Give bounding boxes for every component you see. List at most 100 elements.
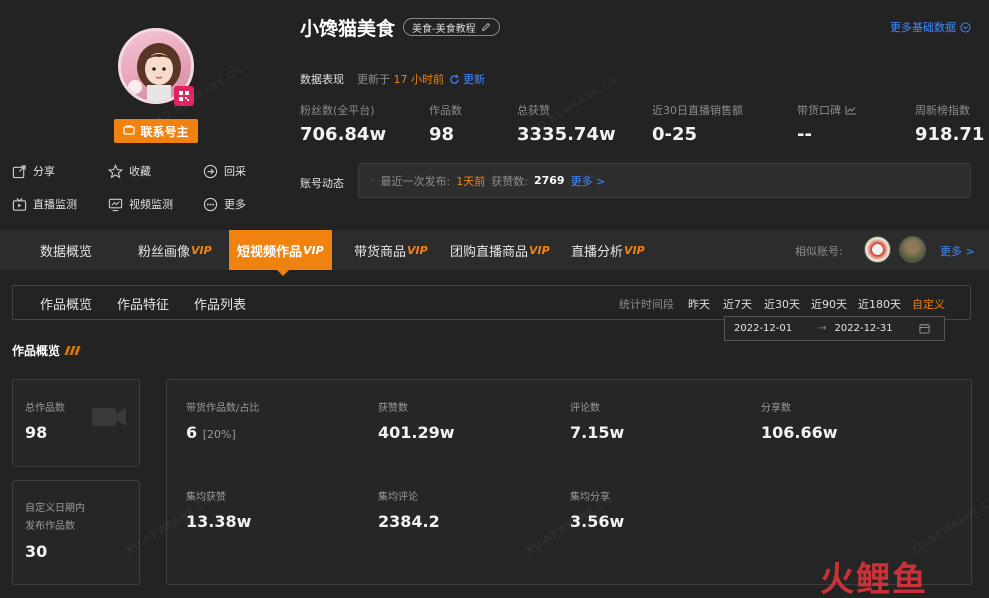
trend-chart-icon[interactable] (845, 105, 857, 115)
updated-time: 17 小时前 (393, 73, 445, 86)
bullet-dot-icon: · (371, 174, 375, 187)
refresh-label: 更新 (463, 73, 485, 86)
tab-live-analysis[interactable]: 直播分析 VIP (571, 230, 645, 270)
date-separator: → (818, 323, 827, 334)
more-basic-data-link[interactable]: 更多基础数据 (890, 19, 971, 35)
collect-label: 回采 (224, 165, 246, 178)
video-monitor-button[interactable]: 视频监测 (108, 196, 173, 212)
tab-short-video[interactable]: 短视频作品 VIP (229, 230, 332, 270)
vip-badge: VIP (624, 243, 645, 257)
tab-group-live-goods[interactable]: 团购直播商品 VIP (450, 230, 550, 270)
reputation-label-text: 带货口碑 (797, 104, 841, 117)
more-dots-icon (203, 197, 218, 211)
refresh-icon (450, 74, 459, 84)
dyn-likes-label: 获赞数: (491, 174, 528, 188)
last-publish-label: 最近一次发布: (380, 174, 451, 188)
stat-label-reputation: 带货口碑 (797, 102, 857, 118)
metric-label-likes: 获赞数 (378, 403, 408, 414)
dynamics-label: 账号动态 (300, 177, 344, 190)
favorite-label: 收藏 (129, 165, 151, 178)
share-icon (12, 164, 26, 178)
performance-label: 数据表现 (300, 73, 344, 86)
date-end[interactable]: 2022-12-31 (835, 323, 893, 334)
update-info: 更新于 17 小时前 (357, 71, 444, 87)
total-works-card: 总作品数 98 (12, 379, 140, 467)
date-range-picker[interactable]: 2022-12-01 → 2022-12-31 (724, 316, 945, 341)
dynamics-more-link[interactable]: 更多 > (571, 173, 606, 189)
metric-label-goods-works: 带货作品数/占比 (186, 403, 260, 414)
tab-fan-profile[interactable]: 粉丝画像 VIP (138, 230, 212, 270)
active-tab-caret (277, 270, 289, 276)
metric-label-avg-comments: 集均评论 (378, 492, 418, 503)
stat-label-likes: 总获赞 (517, 104, 550, 117)
collect-button[interactable]: 回采 (203, 163, 246, 179)
tab-goods[interactable]: 带货商品 VIP (354, 230, 428, 270)
vip-badge: VIP (407, 243, 428, 257)
contact-owner-label: 联系号主 (140, 124, 189, 139)
favorite-button[interactable]: 收藏 (108, 163, 151, 179)
date-start[interactable]: 2022-12-01 (734, 323, 792, 334)
star-icon (108, 163, 123, 179)
subtab-works-features[interactable]: 作品特征 (117, 294, 169, 313)
metric-label-comments: 评论数 (570, 403, 600, 414)
period-30-days[interactable]: 近30天 (764, 296, 800, 312)
stat-value-works: 98 (429, 124, 455, 145)
dynamics-box: · 最近一次发布: 1天前 获赞数: 2769 更多 > (358, 163, 971, 198)
period-90-days[interactable]: 近90天 (811, 296, 847, 312)
metric-value-avg-comments: 2384.2 (378, 512, 440, 531)
more-similar-link[interactable]: 更多 > (940, 243, 975, 259)
similar-account-avatar[interactable] (899, 236, 926, 263)
stat-label-works: 作品数 (429, 104, 462, 117)
tab-data-overview[interactable]: 数据概览 (40, 230, 92, 270)
chevron-circle-icon (960, 21, 971, 33)
edit-pencil-icon (481, 22, 490, 32)
category-tag-label: 美食-美食教程 (412, 23, 476, 35)
stat-value-weekly-index: 918.71 (915, 124, 985, 145)
metric-value-goods-works: 6 [20%] (186, 423, 236, 442)
more-basic-data-label: 更多基础数据 (890, 21, 956, 34)
account-name: 小馋猫美食 (300, 18, 396, 40)
period-yesterday[interactable]: 昨天 (688, 296, 710, 312)
period-180-days[interactable]: 近180天 (858, 296, 901, 312)
vip-badge: VIP (529, 243, 550, 257)
live-monitor-button[interactable]: 直播监测 (12, 196, 77, 212)
total-works-label: 总作品数 (25, 403, 65, 414)
period-7-days[interactable]: 近7天 (723, 296, 752, 312)
share-button[interactable]: 分享 (12, 163, 55, 179)
collect-icon (203, 164, 218, 178)
video-camera-icon (92, 408, 126, 426)
refresh-button[interactable]: 更新 (449, 71, 485, 87)
title-stripes-icon (64, 346, 81, 355)
brand-logo: 火鲤鱼 (820, 560, 928, 598)
live-tv-icon (12, 197, 27, 211)
metric-value-shares: 106.66w (761, 423, 838, 442)
metric-value-comments: 7.15w (570, 423, 625, 442)
stat-value-reputation: -- (797, 124, 812, 145)
contact-icon (123, 124, 136, 139)
vip-badge: VIP (191, 243, 212, 257)
custom-period-label-line1: 自定义日期内 (25, 503, 85, 514)
stat-label-live-sales: 近30日直播销售额 (652, 104, 743, 117)
overview-title: 作品概览 (12, 342, 81, 359)
tab-goods-label: 带货商品 (354, 244, 407, 260)
similar-account-avatar[interactable] (864, 236, 891, 263)
vip-badge: VIP (303, 243, 324, 257)
goods-works-count: 6 (186, 423, 198, 442)
more-actions-label: 更多 (224, 198, 246, 211)
stat-label-weekly-index: 周新榜指数 (915, 104, 970, 117)
metric-label-shares: 分享数 (761, 403, 791, 414)
category-tag[interactable]: 美食-美食教程 (403, 18, 500, 36)
subtab-works-list[interactable]: 作品列表 (194, 294, 246, 313)
period-custom[interactable]: 自定义 (912, 296, 945, 312)
video-chart-icon (108, 198, 123, 211)
tab-group-live-goods-label: 团购直播商品 (450, 244, 529, 260)
calendar-icon[interactable] (919, 323, 930, 334)
more-actions-button[interactable]: 更多 (203, 196, 246, 212)
total-works-value: 98 (25, 423, 48, 442)
tab-fan-profile-label: 粉丝画像 (138, 244, 191, 260)
goods-works-ratio: [20%] (202, 428, 236, 441)
contact-owner-button[interactable]: 联系号主 (114, 119, 198, 143)
subtab-works-overview[interactable]: 作品概览 (40, 294, 92, 313)
custom-period-works-card: 自定义日期内 发布作品数 30 (12, 480, 140, 585)
tab-data-overview-label: 数据概览 (40, 244, 93, 260)
